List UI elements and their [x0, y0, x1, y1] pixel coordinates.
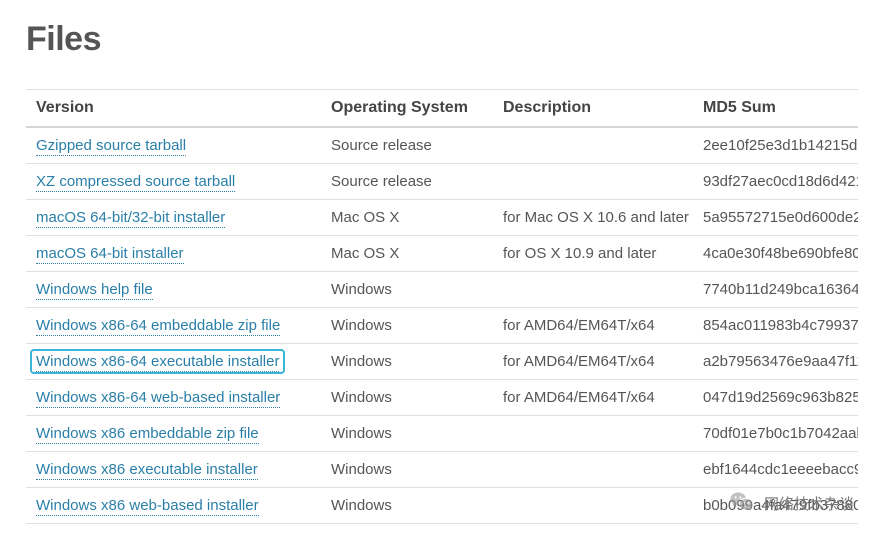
download-link[interactable]: Windows x86-64 executable installer: [36, 353, 279, 372]
cell-os: Windows: [321, 488, 493, 524]
highlight-box: Windows x86-64 executable installer: [30, 349, 285, 374]
col-md5: MD5 Sum: [693, 90, 858, 128]
download-link[interactable]: Windows help file: [36, 281, 153, 300]
cell-desc: for AMD64/EM64T/x64: [493, 380, 693, 416]
table-row: Windows x86-64 web-based installer Window…: [26, 380, 858, 416]
cell-desc: for OS X 10.9 and later: [493, 236, 693, 272]
cell-version: Gzipped source tarball: [26, 127, 321, 164]
cell-version: macOS 64-bit/32-bit installer: [26, 200, 321, 236]
cell-md5: 5a95572715e0d600de28c: [693, 200, 858, 236]
cell-md5: 7740b11d249bca16364f4: [693, 272, 858, 308]
cell-version: XZ compressed source tarball: [26, 164, 321, 200]
table-row: Windows x86-64 embeddable zip file Window…: [26, 308, 858, 344]
cell-desc: for Mac OS X 10.6 and later: [493, 200, 693, 236]
wechat-icon: [728, 489, 756, 517]
cell-version: Windows x86-64 executable installer: [26, 344, 321, 380]
table-row: macOS 64-bit/32-bit installer Mac OS Xfor…: [26, 200, 858, 236]
cell-os: Windows: [321, 344, 493, 380]
footer-brand-text: 网络技术杂谈: [764, 493, 854, 514]
footer-brand: 网络技术杂谈: [728, 489, 854, 517]
cell-os: Windows: [321, 272, 493, 308]
download-link[interactable]: Windows x86-64 web-based installer: [36, 389, 280, 408]
page-title: Files: [26, 20, 858, 59]
cell-os: Windows: [321, 380, 493, 416]
cell-md5: 047d19d2569c963b8253a: [693, 380, 858, 416]
table-row: macOS 64-bit installer Mac OS Xfor OS X 1…: [26, 236, 858, 272]
cell-version: macOS 64-bit installer: [26, 236, 321, 272]
cell-version: Windows x86 executable installer: [26, 452, 321, 488]
download-link[interactable]: Windows x86-64 embeddable zip file: [36, 317, 280, 336]
cell-md5: 93df27aec0cd18d6d4217: [693, 164, 858, 200]
cell-os: Windows: [321, 308, 493, 344]
cell-version: Windows x86 web-based installer: [26, 488, 321, 524]
table-row: Windows x86 embeddable zip file Windows 70…: [26, 416, 858, 452]
cell-md5: 2ee10f25e3d1b14215d56: [693, 127, 858, 164]
cell-version: Windows x86-64 embeddable zip file: [26, 308, 321, 344]
download-link[interactable]: Windows x86 embeddable zip file: [36, 425, 259, 444]
cell-desc: for AMD64/EM64T/x64: [493, 308, 693, 344]
download-link[interactable]: Windows x86 executable installer: [36, 461, 258, 480]
cell-md5: 854ac011983b4c799379a: [693, 308, 858, 344]
table-header-row: Version Operating System Description MD5…: [26, 90, 858, 128]
files-table: Version Operating System Description MD5…: [26, 89, 858, 524]
cell-os: Windows: [321, 452, 493, 488]
download-link[interactable]: Windows x86 web-based installer: [36, 497, 259, 516]
cell-os: Mac OS X: [321, 200, 493, 236]
table-row: Gzipped source tarball Source release 2ee1…: [26, 127, 858, 164]
cell-os: Source release: [321, 127, 493, 164]
table-row: Windows x86 executable installer Windows e…: [26, 452, 858, 488]
cell-desc: for AMD64/EM64T/x64: [493, 344, 693, 380]
cell-version: Windows x86-64 web-based installer: [26, 380, 321, 416]
cell-desc: [493, 452, 693, 488]
col-version: Version: [26, 90, 321, 128]
cell-md5: a2b79563476e9aa47f1185: [693, 344, 858, 380]
table-row: Windows x86-64 executable installer Windo…: [26, 344, 858, 380]
cell-version: Windows x86 embeddable zip file: [26, 416, 321, 452]
cell-os: Windows: [321, 416, 493, 452]
cell-desc: [493, 488, 693, 524]
cell-md5: 70df01e7b0c1b7042aabb: [693, 416, 858, 452]
cell-md5: ebf1644cdc1eeeebacc92a: [693, 452, 858, 488]
cell-desc: [493, 272, 693, 308]
col-os: Operating System: [321, 90, 493, 128]
cell-md5: 4ca0e30f48be690bfe8011: [693, 236, 858, 272]
table-row: XZ compressed source tarball Source relea…: [26, 164, 858, 200]
cell-desc: [493, 164, 693, 200]
cell-version: Windows help file: [26, 272, 321, 308]
download-link[interactable]: macOS 64-bit installer: [36, 245, 184, 264]
col-desc: Description: [493, 90, 693, 128]
cell-os: Source release: [321, 164, 493, 200]
download-link[interactable]: XZ compressed source tarball: [36, 173, 235, 192]
cell-desc: [493, 127, 693, 164]
download-link[interactable]: Gzipped source tarball: [36, 137, 186, 156]
cell-os: Mac OS X: [321, 236, 493, 272]
cell-desc: [493, 416, 693, 452]
table-row: Windows help file Windows 7740b11d249bca16…: [26, 272, 858, 308]
download-link[interactable]: macOS 64-bit/32-bit installer: [36, 209, 225, 228]
